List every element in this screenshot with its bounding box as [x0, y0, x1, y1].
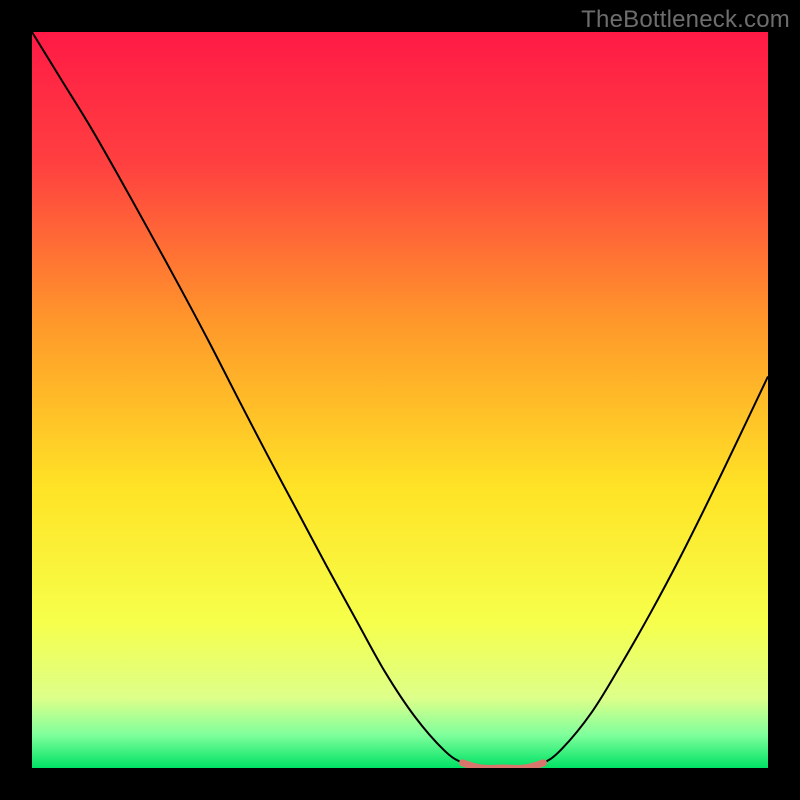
gradient-background — [32, 32, 768, 768]
chart-frame — [32, 32, 768, 768]
watermark-text: TheBottleneck.com — [581, 6, 790, 34]
bottleneck-chart — [32, 32, 768, 768]
